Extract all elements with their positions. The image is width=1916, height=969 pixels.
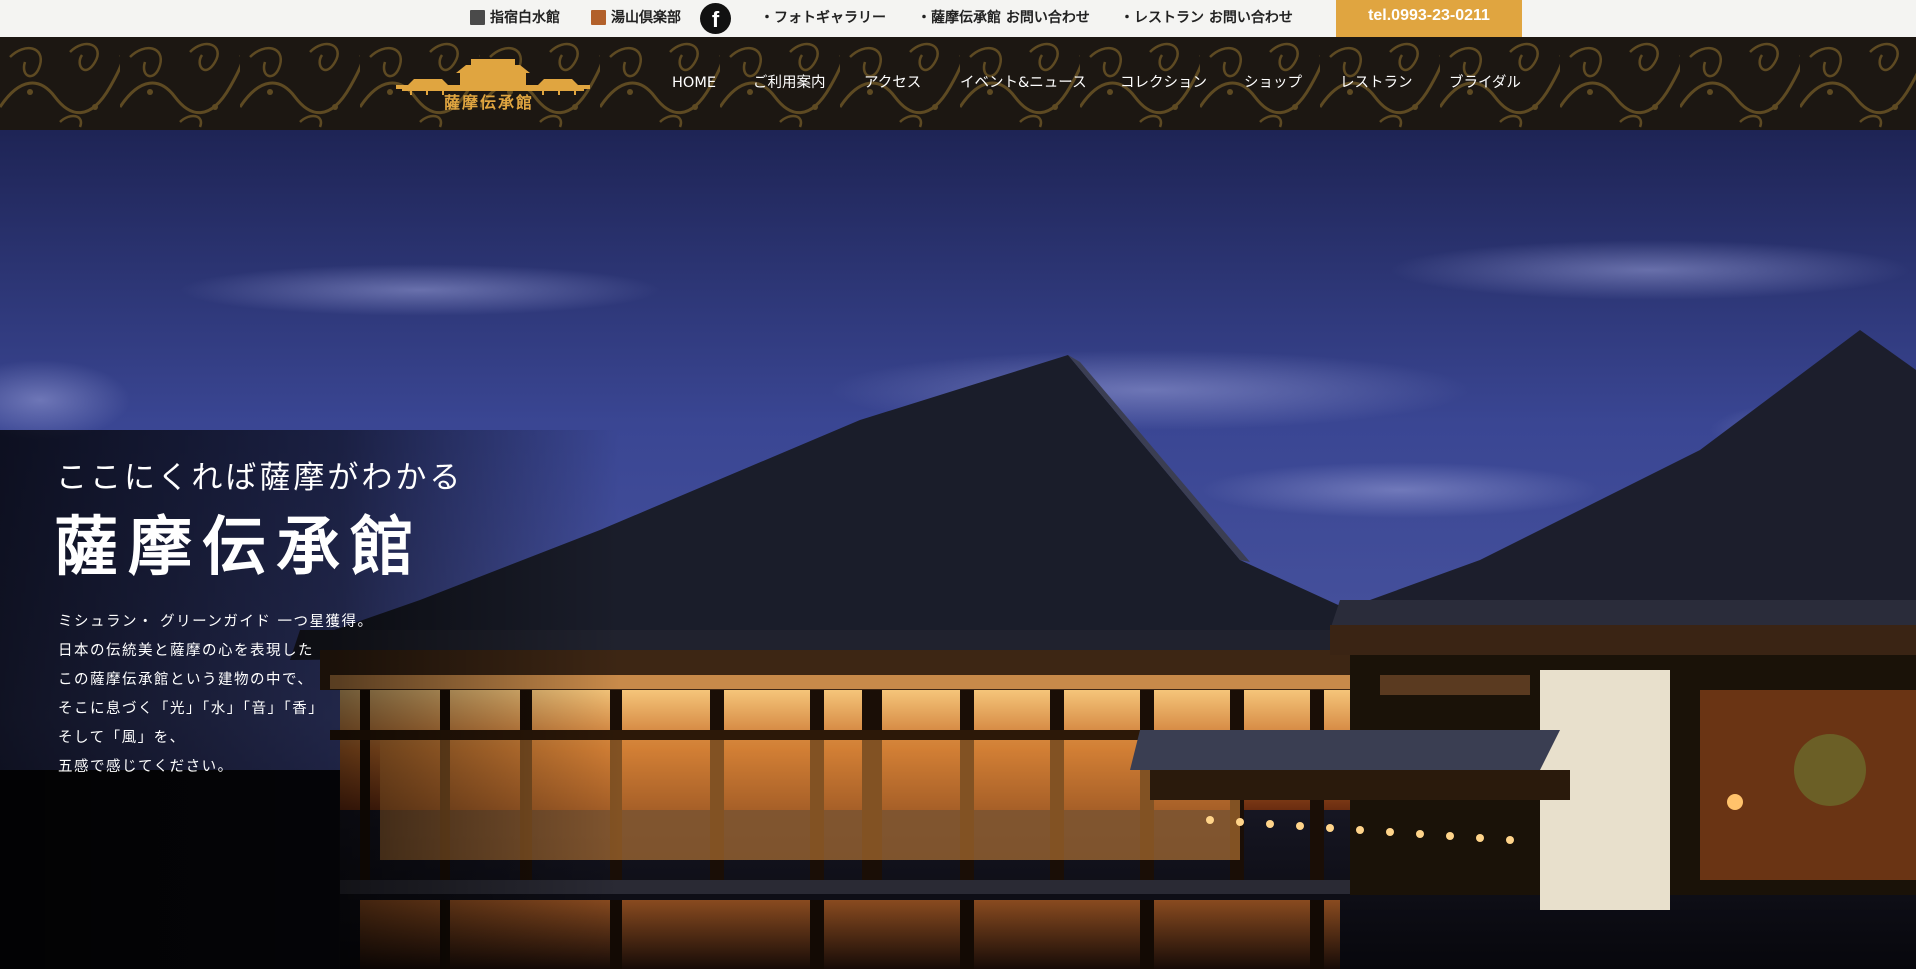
nav-events-news[interactable]: イベント&ニュース (960, 37, 1087, 130)
nav-access[interactable]: アクセス (864, 37, 921, 130)
facebook-icon[interactable]: f (700, 3, 731, 34)
nav-guide[interactable]: ご利用案内 (753, 37, 826, 130)
description-line: そこに息づく「光」「水」「音」「香」 (58, 701, 325, 717)
denshokan-contact-link[interactable]: ・薩摩伝承館 お問い合わせ (917, 0, 1090, 37)
description-line: 日本の伝統美と薩摩の心を表現した (58, 643, 314, 659)
ibusuki-logo-icon (470, 10, 485, 25)
description-line: この薩摩伝承館という建物の中で、 (58, 672, 314, 688)
ibusuki-label: 指宿白水館 (490, 10, 560, 26)
nav-bridal[interactable]: ブライダル (1449, 37, 1521, 130)
nav-collection[interactable]: コレクション (1120, 37, 1207, 130)
description-line: 五感で感じてください。 (58, 759, 234, 775)
utility-bar: 指宿白水館 湯山倶楽部 f ・フォトギャラリー ・薩摩伝承館 お問い合わせ ・レ… (0, 0, 1916, 37)
ibusuki-hakusuikan-link[interactable]: 指宿白水館 (470, 0, 560, 37)
nav-shop[interactable]: ショップ (1244, 37, 1302, 130)
description-line: そして「風」を、 (58, 730, 186, 746)
photo-gallery-link[interactable]: ・フォトギャラリー (760, 0, 886, 37)
hero-section: ここにくれば薩摩がわかる 薩摩伝承館 ミシュラン・ グリーンガイド 一つ星獲得。… (0, 130, 1916, 969)
main-nav: HOME ご利用案内 アクセス イベント&ニュース コレクション ショップ レス… (0, 37, 1916, 130)
hero-title: 薩摩伝承館 (54, 510, 424, 585)
yuyama-club-link[interactable]: 湯山倶楽部 (591, 0, 681, 37)
nav-home[interactable]: HOME (672, 37, 716, 130)
yuyama-label: 湯山倶楽部 (611, 10, 681, 26)
hero-tagline: ここにくれば薩摩がわかる (56, 460, 464, 496)
restaurant-contact-link[interactable]: ・レストラン お問い合わせ (1120, 0, 1293, 37)
description-line: ミシュラン・ グリーンガイド 一つ星獲得。 (58, 614, 374, 630)
tel-button[interactable]: tel.0993-23-0211 (1336, 0, 1522, 37)
nav-restaurant[interactable]: レストラン (1340, 37, 1413, 130)
yuyama-logo-icon (591, 10, 606, 25)
hero-description: ミシュラン・ グリーンガイド 一つ星獲得。 日本の伝統美と薩摩の心を表現した こ… (58, 608, 374, 782)
